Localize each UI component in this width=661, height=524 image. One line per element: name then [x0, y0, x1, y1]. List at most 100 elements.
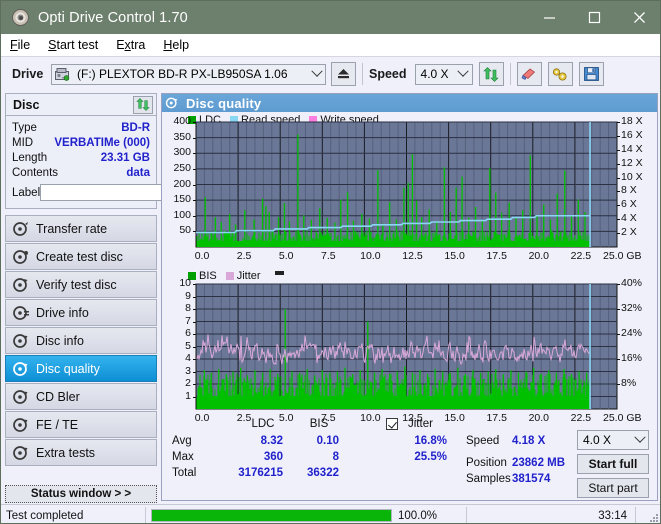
refresh-button[interactable] [478, 62, 504, 86]
menu-item-file[interactable]: File [1, 34, 39, 56]
sidebar-label: Disc quality [36, 361, 100, 376]
menu-bar: File Start test Extra Help [1, 34, 660, 57]
y-tick-right: 8% [621, 377, 637, 389]
sidebar-item-disc-info[interactable]: Disc info [5, 327, 157, 354]
bottom-chart[interactable]: 1 2 3 4 5 6 7 8 9 10 8% 16% 24% 32% 40% 0.0 2.5 5.0 7.5 10.… [162, 277, 657, 427]
status-window-button[interactable]: Status window > > [5, 485, 157, 503]
sidebar-label: Create test disc [36, 249, 123, 264]
y-tick-mark-right [617, 205, 620, 207]
y-tick-mark-right [617, 284, 620, 285]
left-panel: Disc Type BD-R MID VERBATIMe (000) Lengt… [5, 93, 211, 467]
y-tick-mark-left [193, 371, 196, 373]
y-tick-mark-right [617, 334, 620, 335]
y-tick-mark-left [193, 384, 196, 385]
y-tick-right: 32% [621, 302, 643, 314]
menu-item-help[interactable]: Help [154, 34, 198, 56]
disc-quality-icon [162, 96, 182, 110]
menu-item-extra[interactable]: Extra [107, 34, 154, 56]
drive-icon [52, 67, 72, 81]
y-tick-right: 24% [621, 327, 643, 339]
disc-info-icon [12, 304, 30, 322]
disc-row-mid: MID VERBATIMe (000) [12, 135, 150, 150]
disc-refresh-button[interactable] [133, 95, 153, 114]
disc-key-contents: Contents [12, 166, 59, 179]
disc-value-mid: VERBATIMe (000) [54, 136, 150, 149]
start-part-button[interactable]: Start part [577, 478, 649, 498]
position-label: Position [466, 457, 507, 469]
disc-row-length: Length 23.31 GB [12, 150, 150, 165]
disc-key-type: Type [12, 121, 37, 134]
progress-fill [152, 510, 391, 521]
sidebar-item-disc-quality[interactable]: Disc quality [5, 355, 157, 382]
jitter-checkbox[interactable] [386, 418, 398, 430]
stats-avg-bis: 0.10 [316, 435, 339, 447]
minimize-icon[interactable] [527, 1, 572, 34]
x-tick: 20.0 [528, 250, 550, 262]
resize-grip-icon[interactable] [650, 514, 659, 523]
chevron-down-icon[interactable] [455, 70, 472, 78]
x-tick: 22.5 [570, 250, 592, 262]
sidebar-item-fe-te[interactable]: FE / TE [5, 411, 157, 438]
y-tick-left: 50 [179, 224, 191, 237]
window-controls [527, 1, 660, 34]
elapsed-time: 33:14 [466, 507, 636, 523]
y-tick-mark-left [193, 309, 196, 310]
y-tick-mark-left [193, 184, 196, 186]
close-icon[interactable] [617, 1, 660, 34]
stats-total-bis: 36322 [307, 467, 339, 479]
top-chart[interactable]: 50 100 150 200 250 300 350 400 2 X4 X6 X8 X 10 X1… [162, 115, 657, 265]
samples-value: 381574 [512, 473, 551, 485]
stats-total-ldc: 3176215 [238, 467, 283, 479]
disc-label-row: Label [12, 183, 211, 202]
y-tick-mark-left [193, 137, 196, 139]
stats-col-ldc: LDC [251, 418, 275, 430]
y-tick-right: 16 X [621, 128, 643, 141]
test-speed-select[interactable]: 4.0 X [577, 430, 649, 450]
maximize-icon[interactable] [572, 1, 617, 34]
y-tick-right: 4 X [621, 212, 637, 225]
x-tick: 7.5 [320, 250, 336, 262]
y-tick-mark-right [617, 309, 620, 310]
y-tick-right: 18 X [621, 115, 643, 127]
eject-button[interactable] [331, 62, 356, 86]
stats-max-bis: 8 [332, 451, 339, 463]
stats-col-jitter: Jitter [408, 418, 433, 430]
y-tick-left: 2 [185, 377, 191, 389]
menu-item-start-test[interactable]: Start test [39, 34, 107, 56]
y-tick-left: 4 [185, 352, 191, 364]
status-bar: Test completed 100.0% 33:14 [1, 504, 660, 523]
y-tick-left: 350 [173, 130, 191, 143]
botchart-svg [195, 283, 618, 410]
y-tick-left: 8 [185, 302, 191, 314]
start-full-button[interactable]: Start full [577, 454, 649, 474]
sidebar-label: Extra tests [36, 445, 96, 460]
sidebar-item-create-test-disc[interactable]: Create test disc [5, 243, 157, 270]
tools-button[interactable] [547, 62, 573, 86]
panel-title: Disc quality [186, 95, 262, 111]
toolbar-separator-2 [509, 63, 511, 85]
y-tick-mark-left [193, 334, 196, 335]
disc-key-mid: MID [12, 136, 34, 149]
drive-select[interactable]: (F:) PLEXTOR BD-R PX-LB950SA 1.06 [51, 63, 326, 85]
disc-detail-icon [12, 332, 30, 350]
sidebar-item-drive-info[interactable]: Drive info [5, 299, 157, 326]
disc-bler-icon [12, 388, 30, 406]
progress-percent: 100.0% [398, 509, 438, 522]
chevron-down-icon[interactable] [631, 436, 648, 444]
erase-button[interactable] [516, 62, 542, 86]
drive-label: Drive [12, 67, 44, 81]
save-button[interactable] [578, 62, 604, 86]
sidebar-item-extra-tests[interactable]: Extra tests [5, 439, 157, 466]
progress-bar [151, 509, 392, 522]
disc-quality-icon [12, 360, 30, 378]
sidebar-item-verify-test-disc[interactable]: Verify test disc [5, 271, 157, 298]
speed-select[interactable]: 4.0 X [414, 63, 473, 85]
sidebar-item-transfer-rate[interactable]: Transfer rate [5, 215, 157, 242]
stats-col-bis: BIS [309, 418, 329, 430]
chevron-down-icon[interactable] [308, 70, 325, 78]
x-tick: 15.0 [444, 250, 465, 262]
x-tick: 2.5 [236, 250, 252, 262]
x-tick: 5.0 [278, 250, 294, 262]
nav-list: Transfer rate Create test disc Verify te… [5, 215, 157, 466]
sidebar-item-cd-bler[interactable]: CD Bler [5, 383, 157, 410]
